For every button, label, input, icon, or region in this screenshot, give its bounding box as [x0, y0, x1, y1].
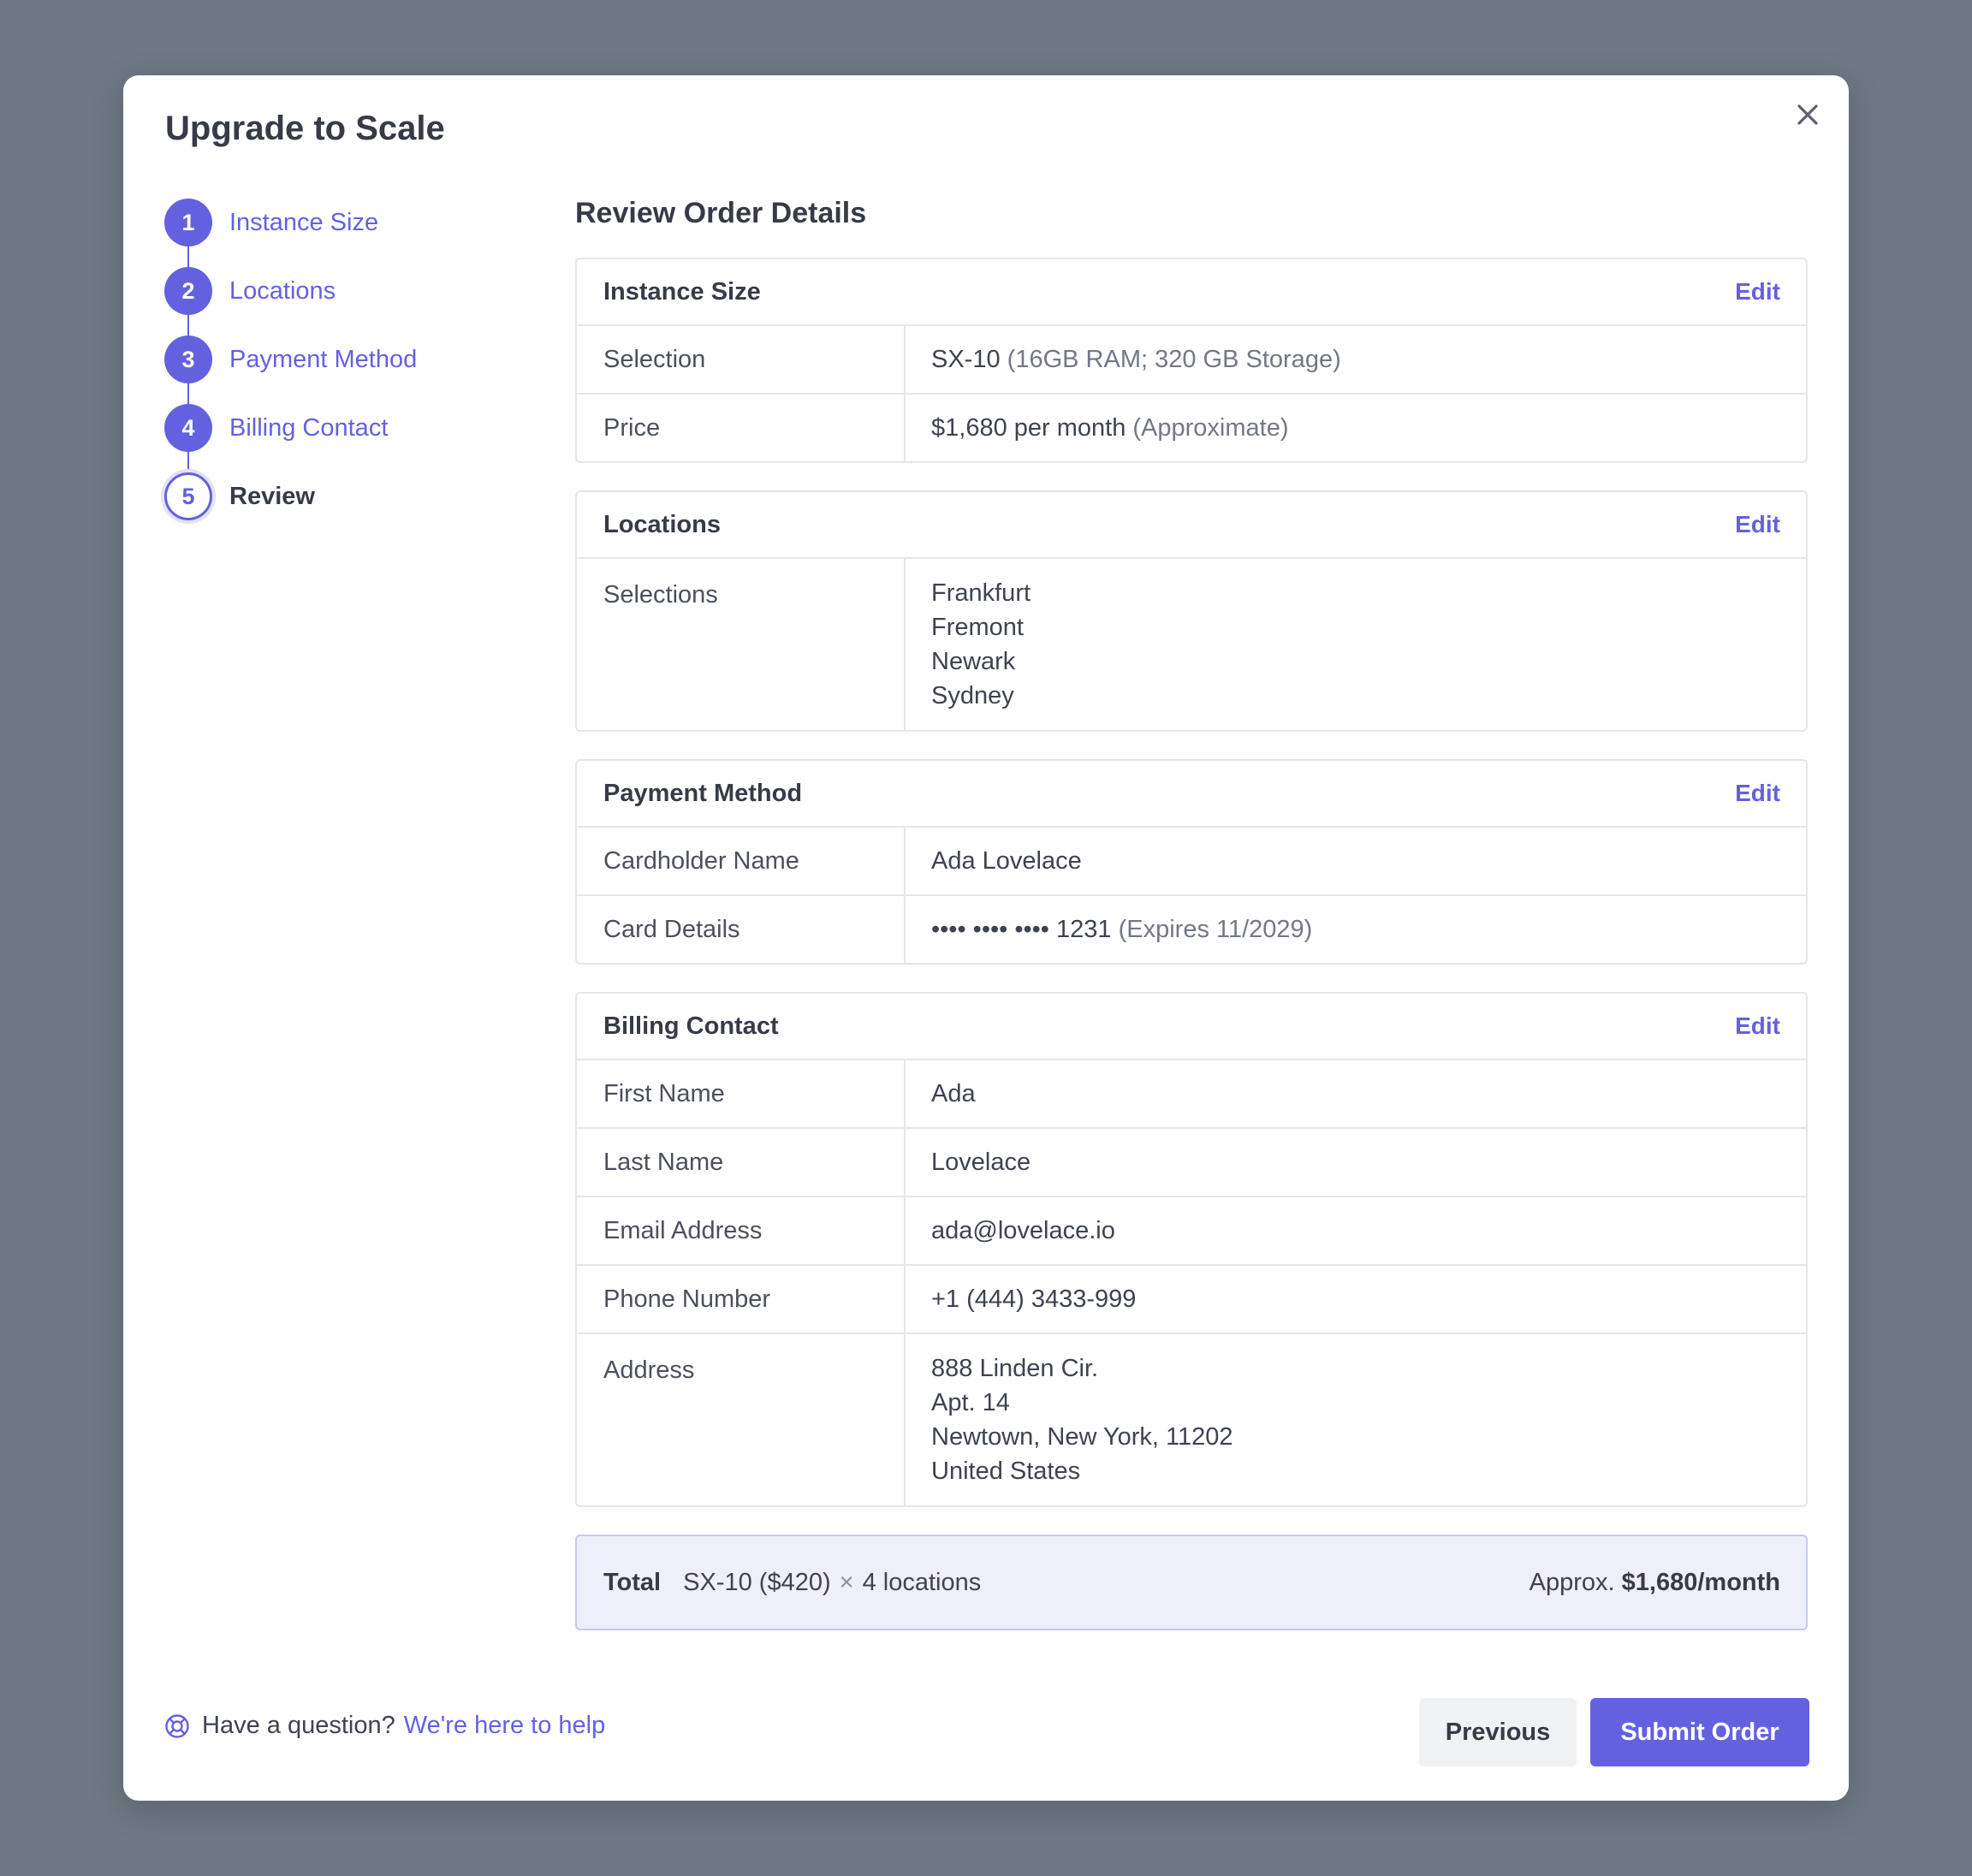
row-label: First Name [577, 1060, 906, 1127]
table-row: Phone Number +1 (444) 3433-999 [577, 1266, 1806, 1334]
price-value: $1,680 per month [931, 414, 1126, 442]
row-label: Selection [577, 326, 906, 393]
step-number: 4 [164, 404, 212, 452]
table-row: First Name Ada [577, 1060, 1806, 1129]
total-price: $1,680/month [1621, 1568, 1780, 1596]
row-value: Lovelace [931, 1149, 1031, 1176]
row-label: Card Details [577, 896, 906, 963]
selection-value: SX-10 [931, 346, 1001, 373]
help-link[interactable]: We're here to help [404, 1712, 606, 1740]
edit-instance-size-button[interactable]: Edit [1735, 278, 1780, 306]
row-value: 888 Linden Cir. Apt. 14 Newtown, New Yor… [906, 1334, 1806, 1505]
location-item: Newark [931, 648, 1016, 675]
row-value: ada@lovelace.io [931, 1217, 1115, 1244]
card-header: Instance Size Edit [577, 259, 1806, 326]
card-title: Locations [603, 510, 721, 538]
billing-contact-card: Billing Contact Edit First Name Ada Last… [575, 992, 1808, 1507]
table-row: Email Address ada@lovelace.io [577, 1197, 1806, 1266]
step-billing-contact[interactable]: 4 Billing Contact [164, 404, 417, 479]
stepper: 1 Instance Size 2 Locations 3 Payment Me… [164, 199, 417, 541]
row-label: Address [577, 1334, 906, 1505]
row-value: •••• •••• •••• 1231 (Expires 11/2029) [906, 896, 1806, 963]
table-row: Address 888 Linden Cir. Apt. 14 Newtown,… [577, 1334, 1806, 1505]
card-title: Billing Contact [603, 1012, 779, 1040]
card-expiry: (Expires 11/2029) [1118, 916, 1313, 943]
table-row: Selections Frankfurt Fremont Newark Sydn… [577, 559, 1806, 730]
row-label: Price [577, 395, 906, 461]
card-title: Instance Size [603, 277, 761, 306]
table-row: Cardholder Name Ada Lovelace [577, 828, 1806, 896]
row-label: Cardholder Name [577, 828, 906, 894]
help-footer: Have a question? We're here to help [164, 1712, 605, 1740]
step-review: 5 Review [164, 472, 417, 541]
row-value: Ada Lovelace [931, 847, 1082, 875]
step-label: Instance Size [229, 209, 379, 236]
step-label: Locations [229, 277, 336, 305]
card-number: •••• •••• •••• 1231 [931, 916, 1112, 943]
table-row: Card Details •••• •••• •••• 1231 (Expire… [577, 896, 1806, 963]
help-text: Have a question? [202, 1712, 395, 1739]
card-header: Payment Method Edit [577, 761, 1806, 828]
total-base: SX-10 ($420) [683, 1568, 831, 1596]
modal-title: Upgrade to Scale [165, 110, 445, 147]
step-payment-method[interactable]: 3 Payment Method [164, 335, 418, 411]
row-label: Selections [577, 559, 906, 730]
locations-card: Locations Edit Selections Frankfurt Frem… [575, 490, 1808, 732]
row-label: Last Name [577, 1129, 906, 1196]
location-item: Frankfurt [931, 579, 1031, 607]
selection-detail: (16GB RAM; 320 GB Storage) [1007, 346, 1341, 373]
times-symbol: × [839, 1568, 854, 1596]
card-title: Payment Method [603, 779, 803, 807]
close-icon [1797, 104, 1818, 125]
submit-order-button[interactable]: Submit Order [1590, 1698, 1809, 1766]
table-row: Selection SX-10 (16GB RAM; 320 GB Storag… [577, 326, 1806, 395]
step-label: Billing Contact [229, 414, 389, 442]
instance-size-card: Instance Size Edit Selection SX-10 (16GB… [575, 258, 1808, 463]
table-row: Last Name Lovelace [577, 1129, 1806, 1197]
step-locations[interactable]: 2 Locations [164, 267, 417, 342]
row-value: $1,680 per month (Approximate) [906, 395, 1806, 461]
address-line: Newtown, New York, 11202 [931, 1423, 1233, 1451]
step-number: 2 [164, 267, 212, 315]
price-detail: (Approximate) [1132, 414, 1289, 442]
address-line: 888 Linden Cir. [931, 1355, 1099, 1382]
address-line: Apt. 14 [931, 1389, 1010, 1416]
row-value: Ada [931, 1080, 976, 1107]
edit-locations-button[interactable]: Edit [1735, 511, 1780, 538]
total-summary: Total SX-10 ($420) × 4 locations [603, 1569, 981, 1597]
step-number: 5 [164, 472, 212, 520]
payment-method-card: Payment Method Edit Cardholder Name Ada … [575, 759, 1808, 965]
location-item: Sydney [931, 682, 1014, 709]
step-label: Review [229, 483, 315, 510]
total-amount: Approx. $1,680/month [1529, 1569, 1780, 1597]
row-value: SX-10 (16GB RAM; 320 GB Storage) [906, 326, 1806, 393]
lifebuoy-icon [165, 1713, 189, 1738]
table-row: Price $1,680 per month (Approximate) [577, 395, 1806, 461]
row-value: Frankfurt Fremont Newark Sydney [906, 559, 1806, 730]
upgrade-modal: Upgrade to Scale 1 Instance Size 2 Locat… [123, 75, 1849, 1801]
total-approx: Approx. [1529, 1568, 1615, 1596]
step-number: 1 [164, 199, 212, 246]
location-item: Fremont [931, 614, 1024, 641]
edit-payment-method-button[interactable]: Edit [1735, 780, 1780, 807]
address-line: United States [931, 1457, 1081, 1485]
step-number: 3 [164, 335, 212, 383]
row-label: Email Address [577, 1197, 906, 1264]
order-total: Total SX-10 ($420) × 4 locations Approx.… [575, 1535, 1808, 1630]
row-value: +1 (444) 3433-999 [931, 1285, 1137, 1313]
step-label: Payment Method [229, 346, 418, 373]
card-header: Locations Edit [577, 492, 1806, 559]
close-button[interactable] [1787, 94, 1828, 135]
total-multiplier: 4 locations [862, 1568, 982, 1596]
total-label: Total [603, 1568, 662, 1596]
review-content: Review Order Details Instance Size Edit … [575, 197, 1808, 1630]
previous-button[interactable]: Previous [1419, 1698, 1577, 1766]
review-title: Review Order Details [575, 197, 867, 229]
edit-billing-contact-button[interactable]: Edit [1735, 1012, 1780, 1040]
step-instance-size[interactable]: 1 Instance Size [164, 199, 417, 274]
row-label: Phone Number [577, 1266, 906, 1333]
card-header: Billing Contact Edit [577, 994, 1806, 1060]
